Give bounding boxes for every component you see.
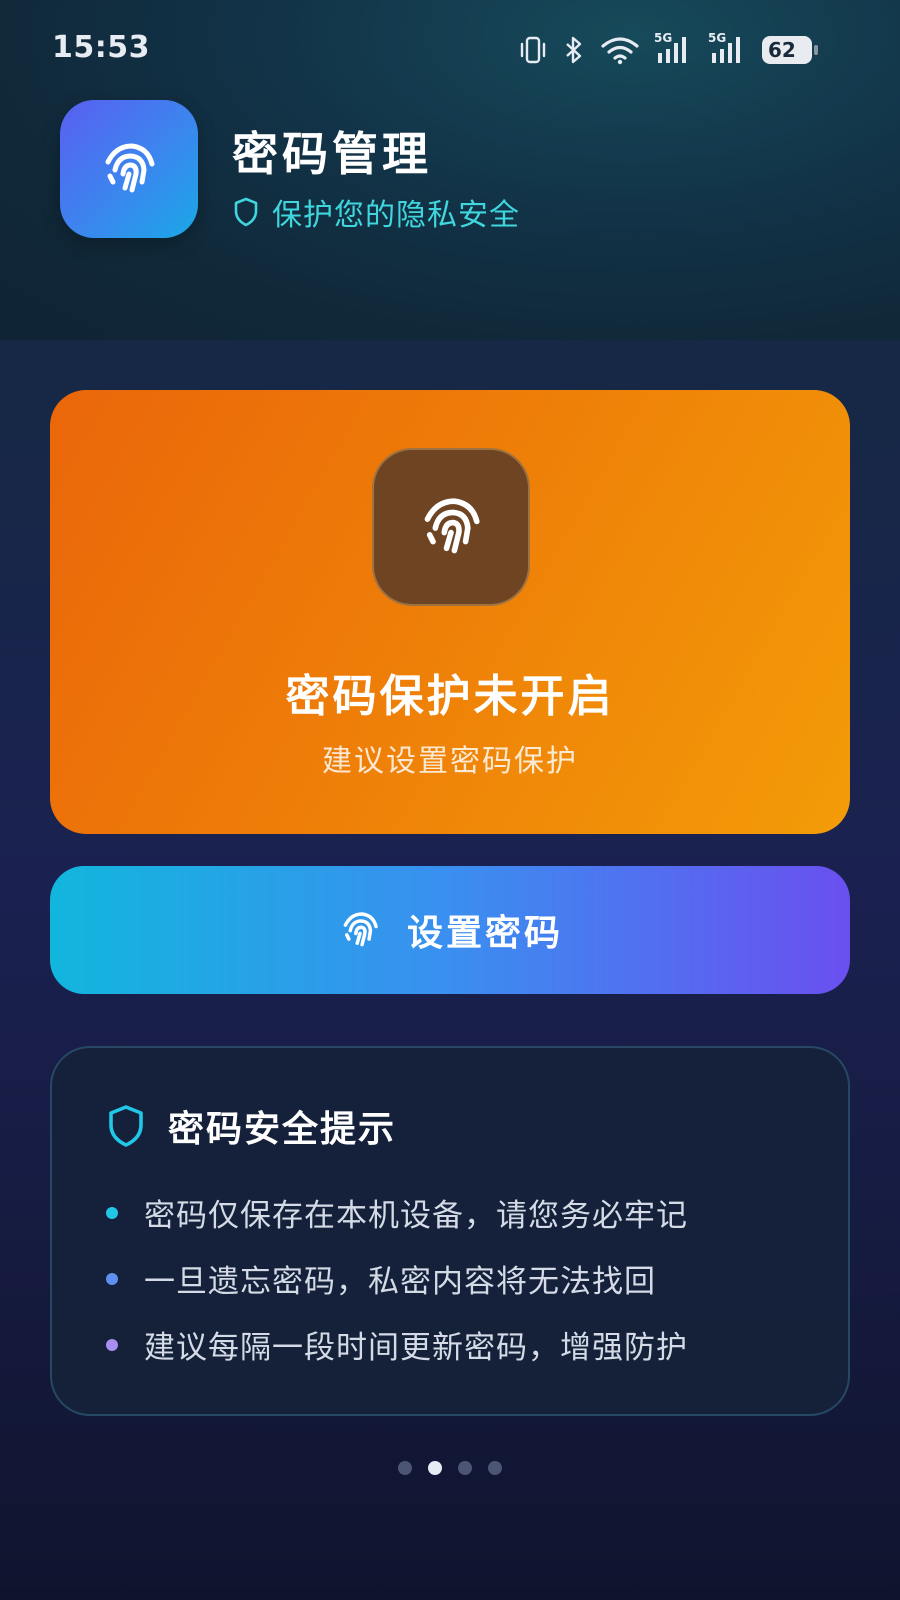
status-title: 密码保护未开启: [285, 671, 615, 722]
tip-text: 一旦遗忘密码，私密内容将无法找回: [144, 1264, 656, 1300]
bullet-dot: [106, 1338, 118, 1351]
fingerprint-icon: [105, 143, 155, 193]
fingerprint-icon: [424, 498, 480, 554]
subtitle-row: 保护您的隐私安全: [232, 190, 520, 234]
page-subtitle: 保护您的隐私安全: [272, 198, 520, 233]
status-icons: 5G 5G 62: [518, 30, 818, 70]
shield-icon: [234, 197, 258, 227]
signal-bars-icon: [658, 37, 686, 63]
page-title: 密码管理: [232, 127, 432, 181]
tip-item: 一旦遗忘密码，私密内容将无法找回: [106, 1256, 656, 1301]
page-dot[interactable]: [398, 1461, 412, 1475]
battery-tip: [814, 45, 818, 55]
cellular-signal-2: 5G: [708, 31, 748, 65]
cellular-signal-1: 5G: [654, 31, 694, 65]
tip-text: 建议每隔一段时间更新密码，增强防护: [144, 1330, 688, 1366]
vibrate-icon: [520, 36, 546, 64]
bluetooth-icon: [566, 36, 582, 64]
security-tips-card: 密码安全提示 密码仅保存在本机设备，请您务必牢记 一旦遗忘密码，私密内容将无法找…: [50, 1046, 850, 1416]
tip-item: 建议每隔一段时间更新密码，增强防护: [106, 1322, 688, 1367]
password-status-card: 密码保护未开启 建议设置密码保护: [50, 390, 850, 834]
status-subtitle: 建议设置密码保护: [322, 744, 578, 779]
tip-text: 密码仅保存在本机设备，请您务必牢记: [144, 1198, 688, 1234]
page-indicator: [0, 1461, 900, 1475]
status-bar: 15:53 5G 5G 62: [0, 0, 900, 100]
signal-bars-icon: [712, 37, 740, 63]
shield-icon: [109, 1105, 143, 1147]
fingerprint-icon: [343, 912, 378, 947]
page-dot[interactable]: [488, 1461, 502, 1475]
page-dot[interactable]: [458, 1461, 472, 1475]
bullet-dot: [106, 1272, 118, 1285]
set-password-button[interactable]: 设置密码: [50, 866, 850, 994]
status-time: 15:53: [52, 30, 150, 65]
app-icon: [60, 100, 198, 238]
status-icon-container: [372, 448, 530, 606]
tips-header: 密码安全提示: [106, 1100, 396, 1152]
set-password-label: 设置密码: [406, 913, 563, 954]
battery-indicator: 62: [762, 36, 818, 64]
tip-item: 密码仅保存在本机设备，请您务必牢记: [106, 1190, 688, 1235]
wifi-icon: [601, 37, 639, 65]
tips-title: 密码安全提示: [168, 1109, 397, 1150]
battery-level: 62: [768, 38, 796, 62]
page-dot-active[interactable]: [428, 1461, 442, 1475]
bullet-dot: [106, 1206, 118, 1219]
